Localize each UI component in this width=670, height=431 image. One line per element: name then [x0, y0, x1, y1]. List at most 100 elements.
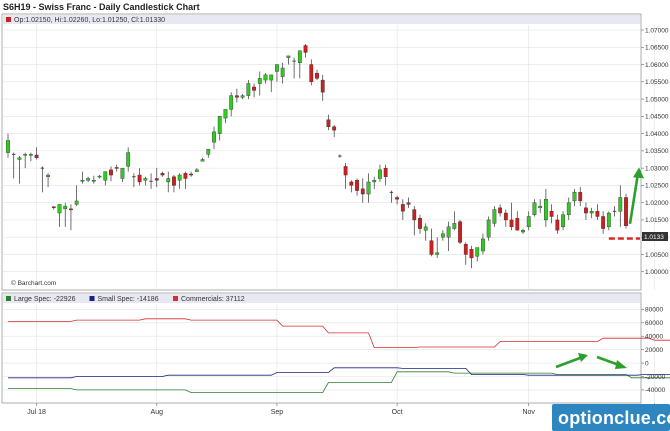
candle-body [423, 226, 428, 231]
last-price-label: 1.0133 [644, 234, 664, 241]
candle-body [475, 247, 480, 257]
candle-body [166, 178, 171, 183]
candle-body [120, 167, 125, 179]
price-ytick-label: 1.05000 [645, 96, 669, 103]
candle-body [400, 204, 405, 212]
candle-body [246, 83, 251, 96]
cot-ytick-label: -40000 [645, 387, 666, 394]
candle-body [69, 208, 73, 211]
candle-body [303, 45, 308, 53]
price-ytick-label: 1.02500 [645, 183, 669, 190]
candle-body [503, 212, 508, 221]
candle-body [481, 238, 485, 252]
candle-body [498, 207, 503, 214]
candle-body [526, 216, 531, 228]
candle-body [463, 243, 468, 255]
ohlc-legend-swatch [6, 17, 11, 22]
candle-body [86, 178, 91, 181]
x-tick-label: Sep [271, 409, 284, 416]
candle-body [360, 188, 365, 195]
cot-legend-label: Large Spec: -22926 [14, 296, 76, 303]
candle-body [515, 218, 520, 231]
candle-body [240, 95, 245, 98]
candle-body [543, 199, 548, 221]
candle-body [217, 116, 222, 134]
price-ytick-label: 1.06000 [645, 62, 669, 69]
candle-body [154, 178, 159, 181]
candle-body [315, 72, 319, 79]
cot-legend: Large Spec: -22926 Small Spec: -14186 Comm… [6, 296, 245, 303]
candle-body [229, 95, 234, 110]
candle-body [452, 223, 457, 229]
x-tick-label: Nov [522, 409, 535, 416]
cot-ytick-label: -20000 [645, 374, 666, 381]
price-ytick-label: 1.04500 [645, 114, 669, 121]
candle-body [51, 206, 56, 209]
candle-body [286, 55, 291, 58]
candle-body [355, 180, 359, 191]
x-tick-label: Oct [392, 409, 403, 416]
cot-ytick-label: 80000 [645, 307, 663, 314]
candle-body [46, 174, 50, 177]
price-ytick-label: 1.00000 [645, 269, 669, 276]
candle-body [435, 252, 440, 255]
x-tick-label: Aug [151, 409, 164, 416]
cot-ytick-label: 0 [645, 360, 649, 367]
candle-body [446, 226, 451, 238]
candle-body [624, 197, 628, 227]
price-ytick-label: 1.03500 [645, 148, 669, 155]
candle-body [57, 204, 62, 214]
candle-body [326, 119, 331, 127]
candle-body [521, 230, 525, 233]
candle-body [429, 240, 434, 255]
candle-body [109, 169, 113, 176]
price-ytick-label: 1.01500 [645, 217, 669, 224]
chart-title: S6H19 - Swiss Franc - Daily Candlestick … [3, 2, 200, 12]
candle-body [34, 154, 39, 158]
candle-body [91, 180, 96, 182]
candle-body [252, 86, 256, 91]
cot-legend-label: Commercials: 37112 [181, 296, 245, 303]
candle-body [63, 205, 68, 210]
price-ytick-label: 1.07000 [645, 27, 669, 34]
candle-body [177, 174, 182, 181]
candle-body [349, 181, 354, 186]
candle-body [332, 126, 337, 131]
candle-body [74, 200, 79, 205]
candle-body [28, 154, 33, 156]
candle-body [343, 166, 348, 176]
candle-body [126, 152, 131, 167]
candle-body [194, 169, 199, 172]
watermark: © Barchart.com [11, 279, 56, 287]
candle-body [23, 154, 28, 156]
candle-body [486, 219, 491, 238]
candle-body [561, 214, 565, 228]
candle-body [172, 176, 176, 186]
candle-body [320, 79, 325, 93]
candle-body [606, 212, 611, 228]
candle-body [584, 207, 588, 214]
cot-legend-label: Small Spec: -14186 [98, 296, 159, 303]
ohlc-legend-text: Op:1.02150, Hi:1.02260, Lo:1.01250, Cl:1… [14, 17, 165, 24]
candle-body [309, 64, 314, 82]
candle-body [378, 169, 382, 179]
cot-ytick-label: 20000 [645, 347, 663, 354]
cot-legend-swatch [6, 296, 11, 301]
candle-body [297, 50, 302, 64]
candle-body [578, 192, 583, 202]
candle-body [366, 181, 371, 195]
cot-legend-swatch [173, 296, 178, 301]
candle-body [372, 180, 377, 183]
candle-body [458, 221, 462, 243]
price-ytick-label: 1.02000 [645, 200, 669, 207]
candle-body [555, 219, 560, 231]
candle-body [257, 78, 262, 84]
candle-body [395, 197, 400, 200]
price-ytick-label: 1.06500 [645, 45, 669, 52]
candle-body [263, 74, 268, 81]
candle-body [223, 109, 228, 119]
candle-body [103, 171, 108, 181]
candle-body [6, 140, 10, 153]
candle-body [509, 219, 514, 228]
candle-body [538, 205, 543, 209]
